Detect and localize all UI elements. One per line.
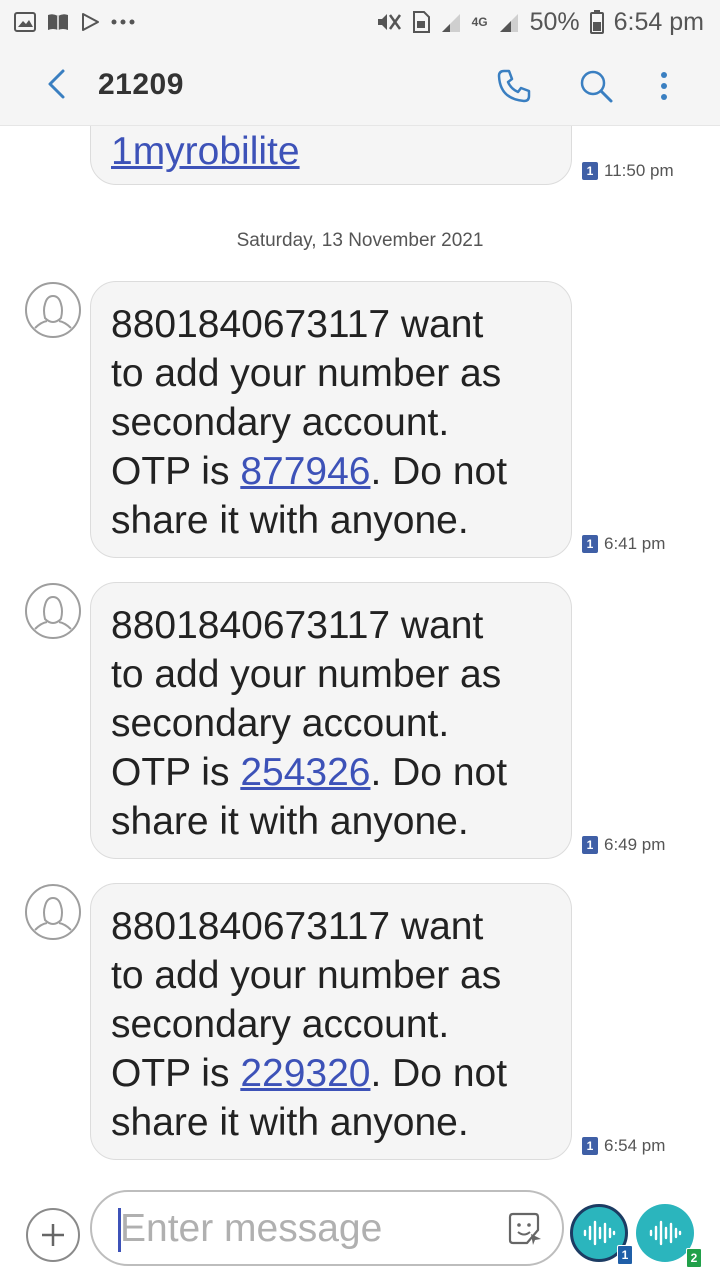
clock: 6:54 pm <box>613 7 704 36</box>
search-button[interactable] <box>574 64 618 108</box>
person-outline-icon <box>34 595 72 630</box>
back-button[interactable] <box>36 64 76 104</box>
message-time: 6:49 pm <box>604 835 666 854</box>
sticker-icon <box>508 1212 541 1245</box>
battery-percent: 50% <box>529 7 580 36</box>
send-sim2-button[interactable]: 2 <box>636 1204 702 1268</box>
message-time: 11:50 pm <box>604 161 674 180</box>
otp-link[interactable]: 877946 <box>240 450 370 493</box>
battery-icon <box>589 10 604 34</box>
call-button[interactable] <box>492 64 536 108</box>
message-time: 6:41 pm <box>604 534 666 553</box>
message-text: 8801840673117 want to add your number as… <box>111 604 508 843</box>
conversation-title: 21209 <box>98 68 184 101</box>
sim-2-badge: 2 <box>686 1248 702 1268</box>
message-field[interactable] <box>90 1190 564 1266</box>
mute-vibrate-icon <box>376 11 402 33</box>
chevron-left-icon <box>48 69 65 99</box>
more-vertical-icon <box>661 72 667 100</box>
sender-avatar[interactable] <box>25 282 81 338</box>
attach-button[interactable] <box>26 1208 80 1262</box>
sim-card-icon <box>412 11 430 33</box>
system-status: 4G 50% 6:54 pm <box>376 6 704 38</box>
play-store-icon <box>80 12 100 32</box>
phone-icon <box>497 69 531 103</box>
sim-1-badge: 1 <box>617 1245 633 1265</box>
message-meta: 1 6:41 pm <box>582 534 665 554</box>
otp-link[interactable]: 254326 <box>240 751 370 794</box>
message-list[interactable]: 1myrobilite 1 11:50 pm Saturday, 13 Nove… <box>0 126 720 1184</box>
sender-avatar[interactable] <box>25 583 81 639</box>
composer-bar: 1 2 <box>0 1184 720 1280</box>
date-separator: Saturday, 13 November 2021 <box>236 230 484 251</box>
message-input[interactable] <box>120 1200 500 1258</box>
message-meta: 1 11:50 pm <box>582 161 674 181</box>
sticker-button[interactable] <box>506 1210 544 1248</box>
voice-wave-icon <box>583 1220 616 1246</box>
voice-wave-icon <box>649 1220 682 1246</box>
message-time: 6:54 pm <box>604 1136 666 1155</box>
gallery-icon <box>14 12 36 32</box>
status-bar: 4G 50% 6:54 pm <box>0 0 720 44</box>
sim-badge: 1 <box>582 836 598 854</box>
more-options-button[interactable] <box>646 64 682 108</box>
signal-1-icon <box>440 11 462 33</box>
signal-2-icon <box>498 11 520 33</box>
search-icon <box>580 70 613 103</box>
sim-badge: 1 <box>582 535 598 553</box>
book-icon <box>46 12 70 32</box>
plus-icon <box>42 1224 64 1246</box>
more-notifications-icon <box>110 18 136 26</box>
message-bubble[interactable]: 1myrobilite <box>90 126 572 185</box>
message-bubble[interactable]: 8801840673117 want to add your number as… <box>90 582 572 859</box>
message-text: 8801840673117 want to add your number as… <box>111 303 508 542</box>
message-text: 8801840673117 want to add your number as… <box>111 905 508 1144</box>
sim-badge: 1 <box>582 1137 598 1155</box>
message-meta: 1 6:49 pm <box>582 835 665 855</box>
network-type-label: 4G <box>471 15 488 29</box>
message-bubble[interactable]: 8801840673117 want to add your number as… <box>90 883 572 1160</box>
otp-link[interactable]: 229320 <box>240 1052 370 1095</box>
sim-badge: 1 <box>582 162 598 180</box>
notification-icons <box>14 10 136 34</box>
message-meta: 1 6:54 pm <box>582 1136 665 1156</box>
person-outline-icon <box>34 896 72 931</box>
send-sim1-button[interactable]: 1 <box>570 1204 633 1265</box>
message-link[interactable]: 1myrobilite <box>111 130 300 174</box>
sender-avatar[interactable] <box>25 884 81 940</box>
app-bar: 21209 <box>0 44 720 126</box>
person-outline-icon <box>34 294 72 329</box>
message-bubble[interactable]: 8801840673117 want to add your number as… <box>90 281 572 558</box>
